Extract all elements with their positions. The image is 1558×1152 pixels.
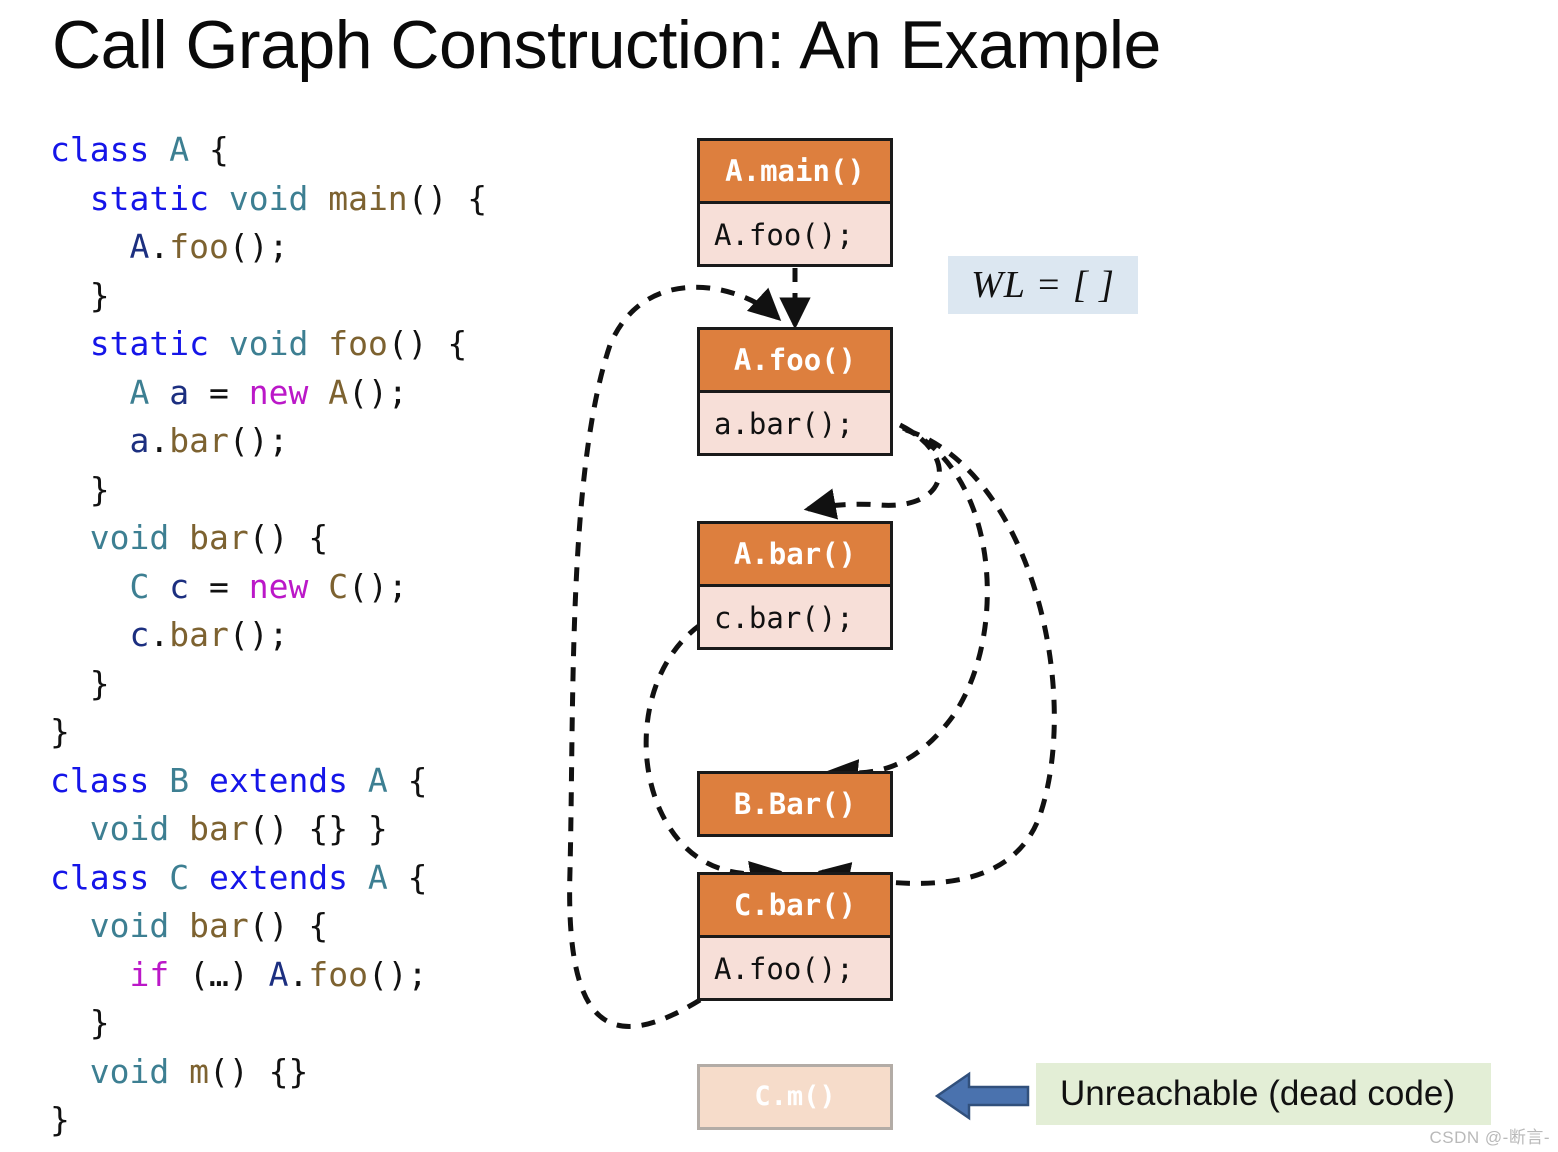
legend-unreachable: Unreachable (dead code): [1036, 1063, 1491, 1125]
code-line: static void foo() {: [89, 324, 468, 363]
call-graph-node-b-bar[interactable]: B.Bar(): [697, 771, 893, 837]
page-title: Call Graph Construction: An Example: [52, 7, 1161, 83]
code-line: void bar() {: [89, 906, 329, 945]
code-line: a.bar();: [129, 421, 289, 460]
worklist-label: WL = [ ]: [971, 264, 1115, 306]
code-line: void bar() {} }: [89, 809, 388, 848]
code-line: }: [50, 469, 110, 509]
code-line: void m() {}: [89, 1051, 309, 1091]
code-line: }: [50, 712, 70, 751]
node-header-a-foo: A.foo(): [700, 330, 890, 390]
watermark: CSDN @-断言-: [1429, 1128, 1550, 1147]
node-header-a-bar: A.bar(): [700, 524, 890, 584]
slide-canvas: Call Graph Construction: An Example clas…: [0, 0, 1558, 1152]
call-graph-node-a-foo[interactable]: A.foo() a.bar();: [697, 327, 893, 456]
left-arrow-icon: [935, 1071, 1030, 1121]
node-header-c-m: C.m(): [700, 1067, 890, 1127]
code-line: }: [50, 275, 110, 315]
node-header-c-bar: C.bar(): [700, 875, 890, 935]
code-line: class A {: [50, 130, 229, 169]
legend-label: Unreachable (dead code): [1060, 1074, 1455, 1113]
node-body-a-foo: a.bar();: [700, 390, 890, 453]
code-line: static void main() {: [89, 178, 488, 218]
node-header-b-bar: B.Bar(): [700, 774, 890, 834]
code-line: A a = new A();: [129, 372, 408, 412]
worklist-badge: WL = [ ]: [948, 256, 1138, 314]
call-graph-node-a-main[interactable]: A.main() A.foo();: [697, 138, 893, 267]
code-line: c.bar();: [129, 615, 289, 654]
code-line: void bar() {: [89, 518, 329, 557]
node-body-a-bar: c.bar();: [700, 584, 890, 647]
call-graph-node-a-bar[interactable]: A.bar() c.bar();: [697, 521, 893, 650]
code-line: if (…) A.foo();: [129, 954, 428, 994]
java-code-listing: class A { static void main() { A.foo(); …: [50, 126, 487, 1145]
code-line: class B extends A {: [50, 760, 428, 800]
call-graph-node-c-m[interactable]: C.m(): [697, 1064, 893, 1130]
code-line: }: [50, 663, 110, 703]
code-line: class C extends A {: [50, 857, 428, 897]
code-line: }: [50, 1100, 70, 1139]
code-line: }: [50, 1003, 110, 1042]
code-line: C c = new C();: [129, 566, 408, 606]
node-header-a-main: A.main(): [700, 141, 890, 201]
node-body-a-main: A.foo();: [700, 201, 890, 264]
code-line: A.foo();: [129, 227, 289, 266]
call-graph-node-c-bar[interactable]: C.bar() A.foo();: [697, 872, 893, 1001]
node-body-c-bar: A.foo();: [700, 935, 890, 998]
